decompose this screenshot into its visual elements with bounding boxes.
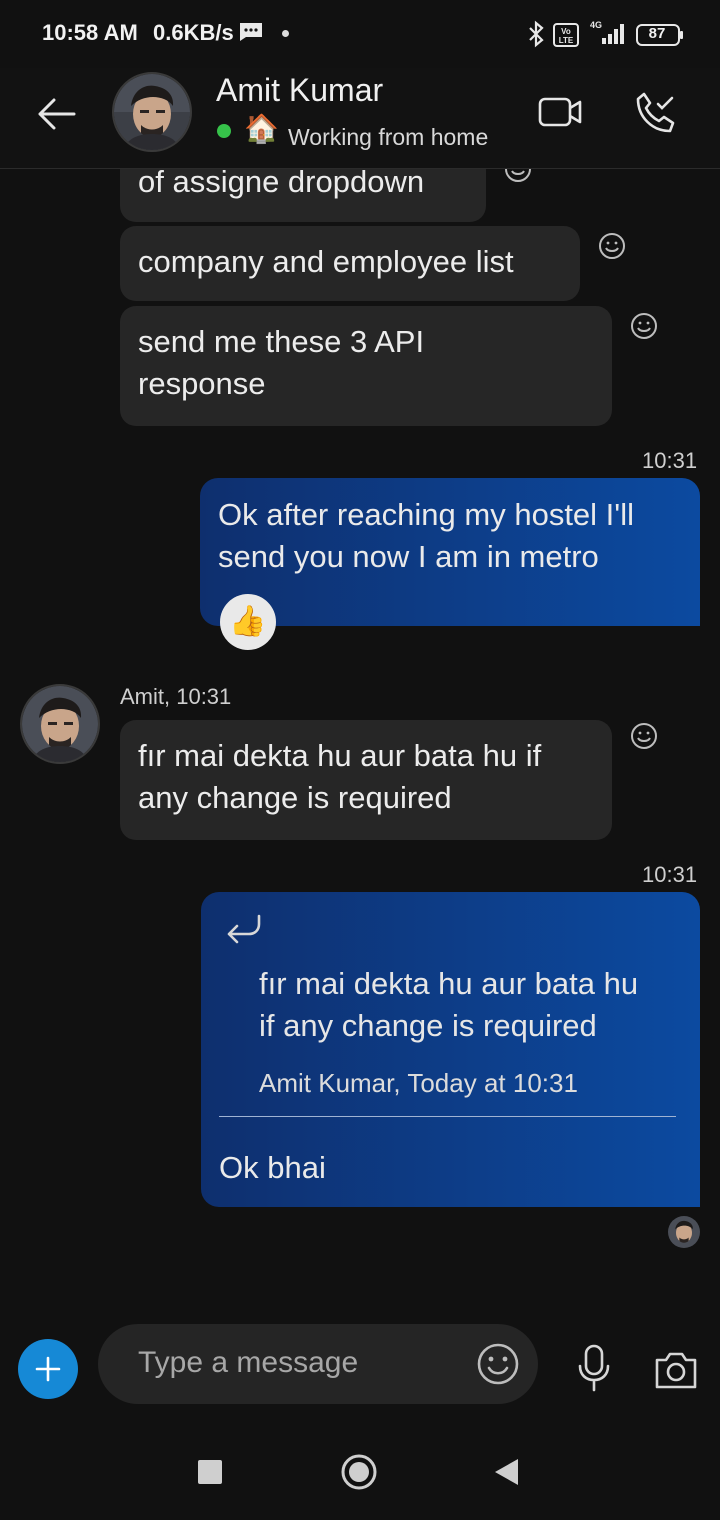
message-notification-icon xyxy=(240,23,262,41)
signal-icon: 4G xyxy=(590,20,624,44)
message-bubble-incoming[interactable]: company and employee list xyxy=(120,226,580,301)
quoted-message-text: fır mai dekta hu aur bata hu if any chan… xyxy=(259,963,689,1047)
online-status-dot xyxy=(217,124,231,138)
camera-icon[interactable] xyxy=(654,1350,698,1390)
status-time: 10:58 AM xyxy=(42,20,138,45)
message-text-line: send you now I am in metro xyxy=(218,539,599,574)
message-text-line: fır mai dekta hu aur bata hu if xyxy=(138,738,542,773)
message-bubble-incoming[interactable]: fır mai dekta hu aur bata hu if any chan… xyxy=(120,720,612,840)
add-attachment-button[interactable] xyxy=(18,1339,78,1399)
recent-apps-button[interactable] xyxy=(198,1460,222,1484)
add-reaction-icon[interactable] xyxy=(598,232,626,260)
svg-text:Vo: Vo xyxy=(561,27,571,36)
plus-icon xyxy=(35,1356,61,1382)
bluetooth-icon xyxy=(529,20,544,48)
home-button[interactable] xyxy=(340,1453,378,1491)
message-text-line: send me these 3 API xyxy=(138,324,425,359)
house-emoji: 🏠 xyxy=(244,113,279,144)
quote-divider xyxy=(219,1116,676,1117)
svg-text:LTE: LTE xyxy=(559,36,574,45)
read-receipt-avatar xyxy=(668,1216,700,1248)
add-reaction-icon[interactable] xyxy=(630,722,658,750)
message-list[interactable]: of assigne dropdown company and employee… xyxy=(0,169,720,1309)
battery-level: 87 xyxy=(648,25,666,42)
contact-name[interactable]: Amit Kumar xyxy=(216,72,383,109)
network-speed: 0.6KB/s xyxy=(153,20,234,45)
contact-avatar[interactable] xyxy=(112,72,192,152)
avatar-photo xyxy=(114,74,190,150)
contact-status-text: Working from home xyxy=(288,124,489,150)
message-bubble-incoming[interactable]: send me these 3 API response xyxy=(120,306,612,426)
chat-header: Amit Kumar 🏠 Working from home xyxy=(0,68,720,169)
message-text-line: response xyxy=(138,366,266,401)
message-text-line: any change is required xyxy=(138,780,452,815)
avatar-photo xyxy=(22,686,98,762)
nav-back-button[interactable] xyxy=(492,1456,522,1488)
status-bar: 10:58 AM 0.6KB/s Vo LTE 4G 87 xyxy=(0,0,720,68)
emoji-icon[interactable] xyxy=(476,1342,520,1386)
message-bubble-outgoing[interactable]: Ok after reaching my hostel I'll send yo… xyxy=(200,478,700,626)
message-sender-time: Amit, 10:31 xyxy=(120,684,232,709)
quoted-text-line: if any change is required xyxy=(259,1008,597,1043)
quoted-author: Amit Kumar, Today at 10:31 xyxy=(259,1068,578,1098)
message-text: company and employee list xyxy=(138,244,514,279)
message-bubble-incoming[interactable]: of assigne dropdown xyxy=(120,169,486,222)
network-type: 4G xyxy=(590,20,602,30)
message-timestamp: 10:31 xyxy=(642,862,698,887)
message-text: Ok bhai xyxy=(219,1150,326,1185)
microphone-icon[interactable] xyxy=(576,1344,612,1392)
audio-call-icon[interactable] xyxy=(632,90,678,136)
message-text: of assigne dropdown xyxy=(138,169,425,199)
video-call-icon[interactable] xyxy=(538,94,582,130)
message-input-placeholder: Type a message xyxy=(138,1346,359,1379)
sender-avatar[interactable] xyxy=(20,684,100,764)
thumbs-up-reaction[interactable]: 👍 xyxy=(220,594,276,650)
back-arrow-icon[interactable] xyxy=(34,92,78,136)
reply-arrow-icon xyxy=(227,914,261,944)
message-timestamp: 10:31 xyxy=(642,448,698,473)
add-reaction-icon[interactable] xyxy=(630,312,658,340)
message-bubble-outgoing[interactable]: fır mai dekta hu aur bata hu if any chan… xyxy=(201,892,700,1207)
quoted-text-line: fır mai dekta hu aur bata hu xyxy=(259,966,639,1001)
thumbs-up-icon: 👍 xyxy=(229,605,267,638)
add-reaction-icon[interactable] xyxy=(504,169,532,183)
volte-icon: Vo LTE xyxy=(553,23,579,47)
avatar-photo xyxy=(668,1216,700,1248)
notification-dot xyxy=(282,30,289,37)
message-text-line: Ok after reaching my hostel I'll xyxy=(218,497,634,532)
